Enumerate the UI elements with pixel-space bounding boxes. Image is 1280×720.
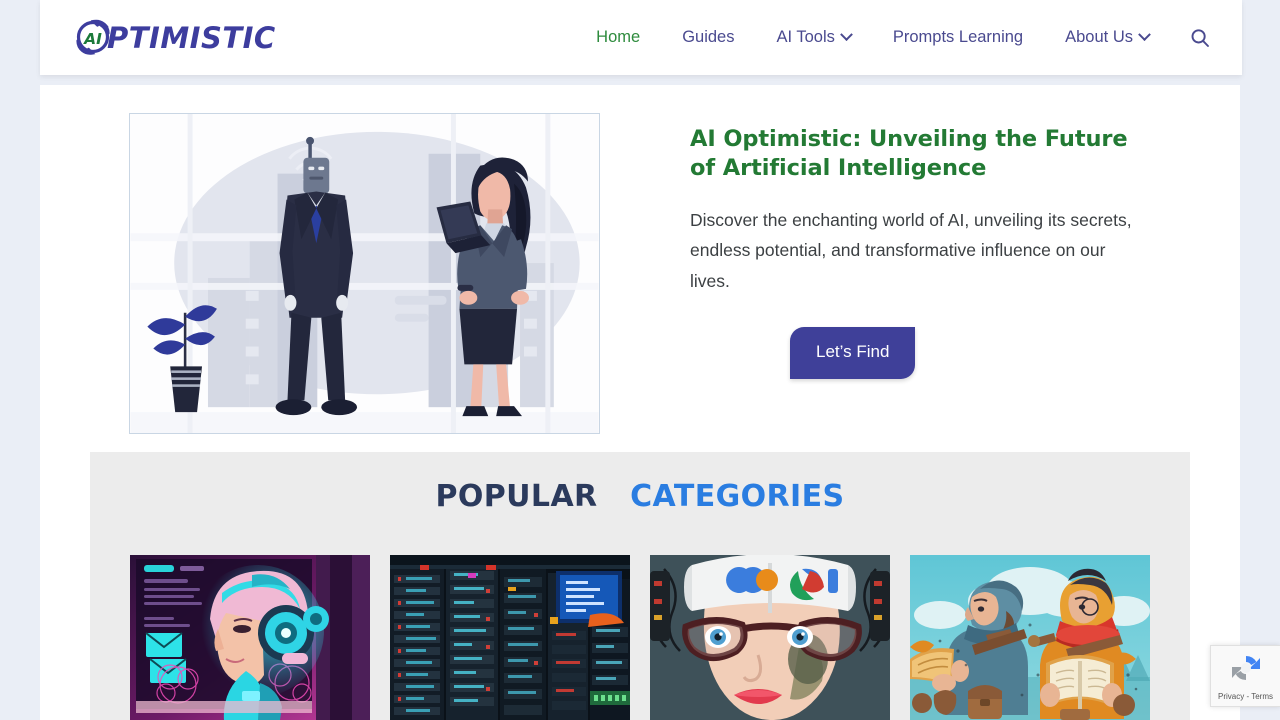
nav-label: Prompts Learning xyxy=(892,28,1024,46)
heading-word-categories: CATEGORIES xyxy=(630,479,845,514)
main-content: AI Optimistic: Unveiling the Future of A… xyxy=(40,85,1240,720)
category-card-server-room-racks[interactable] xyxy=(390,555,630,720)
site-logo[interactable]: AI PTIMISTIC xyxy=(72,17,276,59)
main-navigation: Home Guides AI Tools Prompts Learning Ab… xyxy=(575,28,1216,48)
page-root: AI PTIMISTIC Home Guides AI Tools Prompt… xyxy=(0,0,1280,720)
search-icon[interactable] xyxy=(1184,28,1216,48)
hero-illustration xyxy=(129,113,600,434)
recaptcha-badge[interactable]: Privacy - Terms xyxy=(1210,645,1280,707)
popular-categories-section: POPULAR CATEGORIES xyxy=(90,452,1190,720)
nav-item-ai-tools[interactable]: AI Tools xyxy=(755,28,871,47)
hero-copy: AI Optimistic: Unveiling the Future of A… xyxy=(690,125,1160,380)
popular-categories-heading: POPULAR CATEGORIES xyxy=(90,452,1190,514)
logo-mark-icon: AI xyxy=(72,17,114,59)
recaptcha-icon xyxy=(1230,652,1262,689)
category-card-grid xyxy=(130,555,1150,720)
nav-item-about-us[interactable]: About Us xyxy=(1044,28,1170,47)
hero-title: AI Optimistic: Unveiling the Future of A… xyxy=(690,126,1128,181)
nav-label: Guides xyxy=(682,28,735,46)
nav-label: AI Tools xyxy=(776,28,835,46)
nav-item-prompts-learning[interactable]: Prompts Learning xyxy=(872,28,1044,47)
hero-section: AI Optimistic: Unveiling the Future of A… xyxy=(40,85,1240,452)
nav-label: Home xyxy=(596,28,641,46)
chevron-down-icon[interactable] xyxy=(1138,28,1151,42)
svg-text:AI: AI xyxy=(83,30,102,48)
heading-word-popular: POPULAR xyxy=(435,479,598,514)
recaptcha-label: Privacy - Terms xyxy=(1218,691,1273,701)
logo-wordmark: PTIMISTIC xyxy=(107,20,276,55)
category-card-cyber-robot-woman-headphones[interactable] xyxy=(130,555,370,720)
nav-item-guides[interactable]: Guides xyxy=(661,28,755,47)
lets-find-button[interactable]: Let’s Find xyxy=(790,327,916,380)
site-header: AI PTIMISTIC Home Guides AI Tools Prompt… xyxy=(40,0,1242,75)
category-card-two-travelers-reading-books[interactable] xyxy=(910,555,1150,720)
nav-label: About Us xyxy=(1065,28,1133,46)
hero-description: Discover the enchanting world of AI, unv… xyxy=(690,209,1132,291)
category-card-woman-glasses-ai-helmet[interactable] xyxy=(650,555,890,720)
nav-item-home[interactable]: Home xyxy=(575,28,661,47)
chevron-down-icon[interactable] xyxy=(840,28,853,42)
